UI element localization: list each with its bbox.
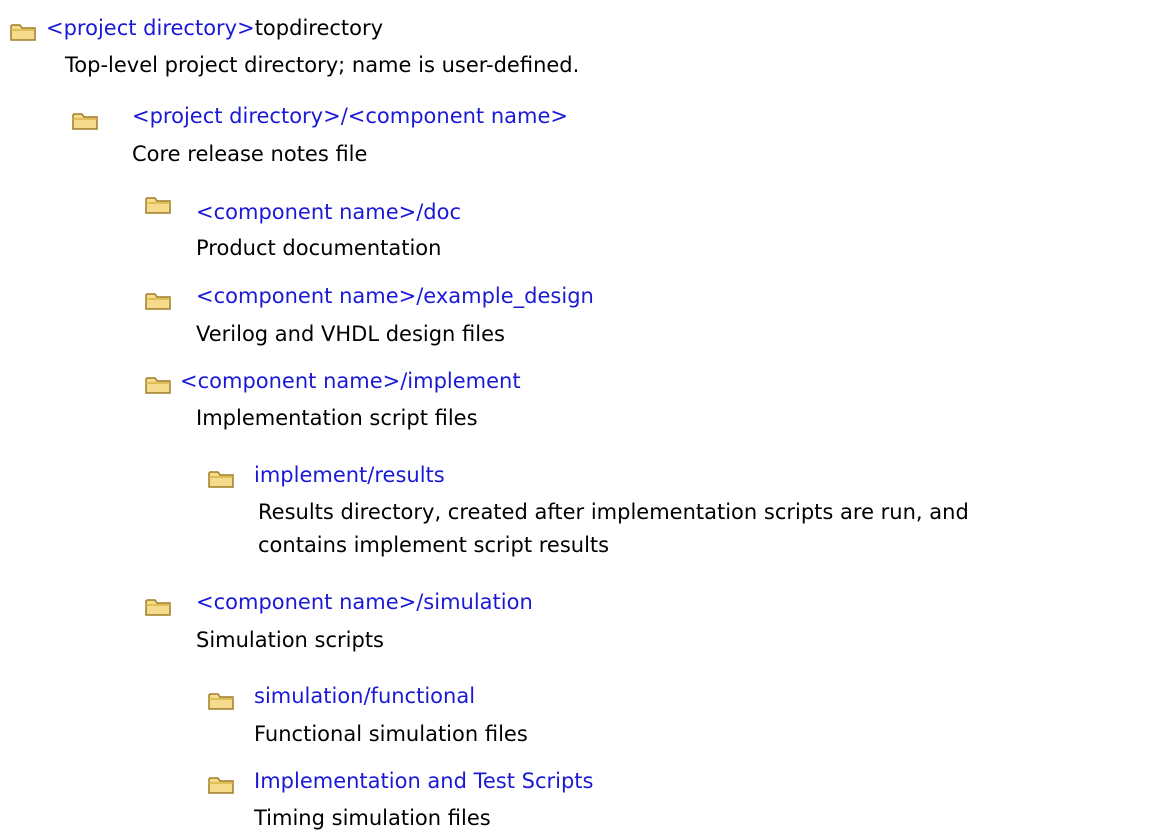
folder-name-topdirectory: topdirectory (254, 16, 384, 40)
folder-description: Implementation script files (196, 406, 478, 430)
folder-icon (145, 599, 171, 616)
folder-link-simulation[interactable]: <component name>/simulation (196, 590, 533, 614)
folder-link-simulation-functional[interactable]: simulation/functional (254, 684, 475, 708)
folder-icon (145, 293, 171, 310)
folder-description: Verilog and VHDL design files (196, 322, 505, 346)
folder-description: Core release notes file (132, 142, 368, 166)
folder-description: Product documentation (196, 236, 442, 260)
folder-link-example-design[interactable]: <component name>/example_design (196, 284, 594, 308)
folder-link-implement[interactable]: <component name>/implement (180, 369, 521, 393)
folder-link-project-directory[interactable]: <project directory> (46, 16, 255, 40)
folder-icon (208, 777, 234, 794)
folder-icon (208, 693, 234, 710)
folder-link-implementation-test-scripts[interactable]: Implementation and Test Scripts (254, 769, 594, 793)
folder-icon (72, 113, 98, 130)
folder-icon (145, 197, 171, 214)
folder-link-component[interactable]: <project directory>/<component name> (132, 104, 568, 128)
folder-icon (208, 471, 234, 488)
folder-description: Simulation scripts (196, 628, 384, 652)
folder-link-implement-results[interactable]: implement/results (254, 463, 445, 487)
folder-description: Functional simulation files (254, 722, 528, 746)
folder-icon (145, 377, 171, 394)
folder-icon (10, 24, 36, 41)
folder-link-doc[interactable]: <component name>/doc (196, 200, 461, 224)
folder-description-line-2: contains implement script results (258, 533, 610, 557)
folder-description: Top-level project directory; name is use… (65, 53, 580, 77)
folder-description-line-1: Results directory, created after impleme… (258, 500, 969, 524)
folder-description: Timing simulation files (254, 806, 491, 830)
